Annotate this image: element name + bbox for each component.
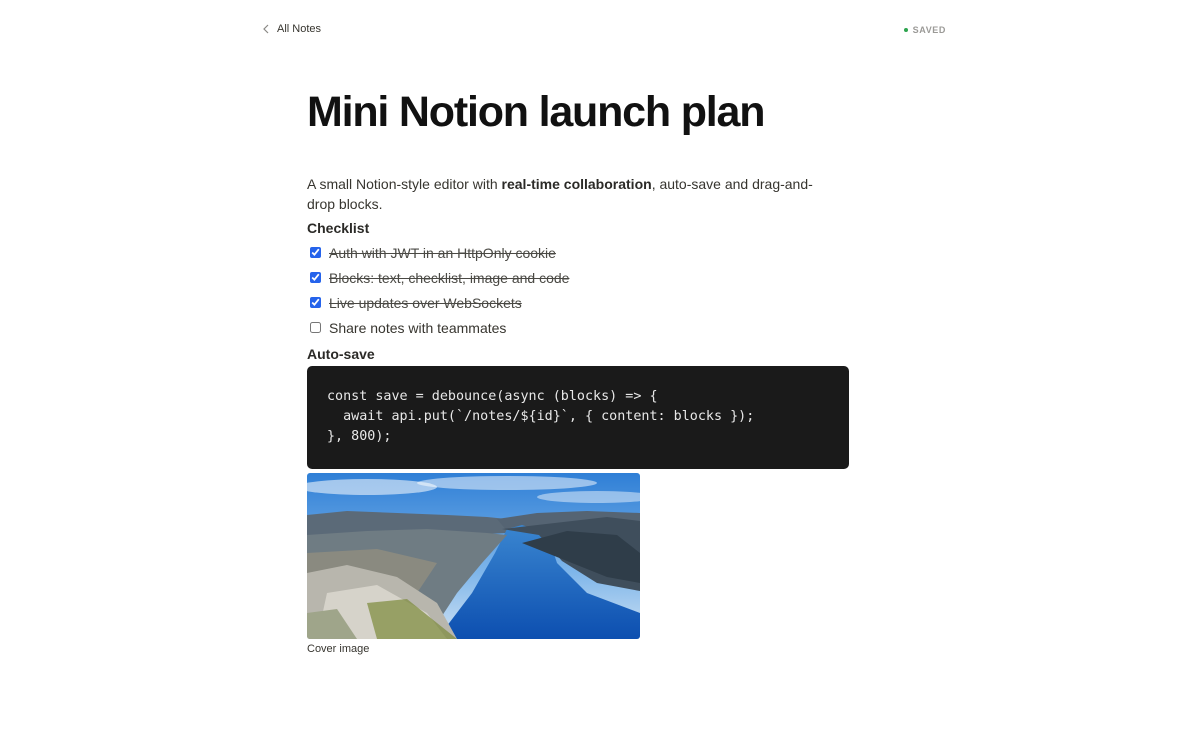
intro-text-bold: real-time collaboration bbox=[501, 176, 652, 192]
chevron-left-icon bbox=[261, 22, 271, 36]
checklist-item: Live updates over WebSockets bbox=[307, 290, 849, 315]
saved-dot-icon bbox=[903, 28, 908, 32]
checklist-item-label[interactable]: Live updates over WebSockets bbox=[329, 295, 522, 311]
code-block[interactable]: const save = debounce(async (blocks) => … bbox=[307, 366, 849, 469]
checklist-item-checkbox[interactable] bbox=[310, 322, 321, 333]
checklist-item-label[interactable]: Auth with JWT in an HttpOnly cookie bbox=[329, 245, 556, 261]
save-status: SAVED bbox=[903, 25, 946, 35]
checklist-item: Blocks: text, checklist, image and code bbox=[307, 265, 849, 290]
fjord-landscape-image bbox=[307, 473, 640, 639]
auto-save-heading[interactable]: Auto-save bbox=[307, 344, 849, 364]
checklist-heading[interactable]: Checklist bbox=[307, 218, 849, 238]
checklist-item: Auth with JWT in an HttpOnly cookie bbox=[307, 240, 849, 265]
save-status-label: SAVED bbox=[912, 25, 946, 35]
checklist-item-label[interactable]: Blocks: text, checklist, image and code bbox=[329, 270, 569, 286]
checklist: Auth with JWT in an HttpOnly cookie Bloc… bbox=[307, 240, 849, 340]
note-page: All Notes SAVED Mini Notion launch plan … bbox=[0, 0, 1200, 750]
checklist-item-checkbox[interactable] bbox=[310, 297, 321, 308]
intro-text-before: A small Notion-style editor with bbox=[307, 176, 502, 192]
cover-image[interactable] bbox=[307, 473, 640, 639]
image-caption: Cover image bbox=[307, 643, 370, 655]
back-link-label: All Notes bbox=[277, 23, 322, 35]
checklist-item-checkbox[interactable] bbox=[310, 272, 321, 283]
intro-paragraph[interactable]: A small Notion-style editor with real-ti… bbox=[307, 174, 837, 214]
checklist-item-label[interactable]: Share notes with teammates bbox=[329, 320, 506, 336]
checklist-item-checkbox[interactable] bbox=[310, 247, 321, 258]
checklist-item: Share notes with teammates bbox=[307, 315, 849, 340]
note-content: Mini Notion launch plan A small Notion-s… bbox=[307, 86, 849, 655]
note-title[interactable]: Mini Notion launch plan bbox=[307, 86, 849, 138]
back-to-all-notes-link[interactable]: All Notes bbox=[261, 22, 321, 36]
